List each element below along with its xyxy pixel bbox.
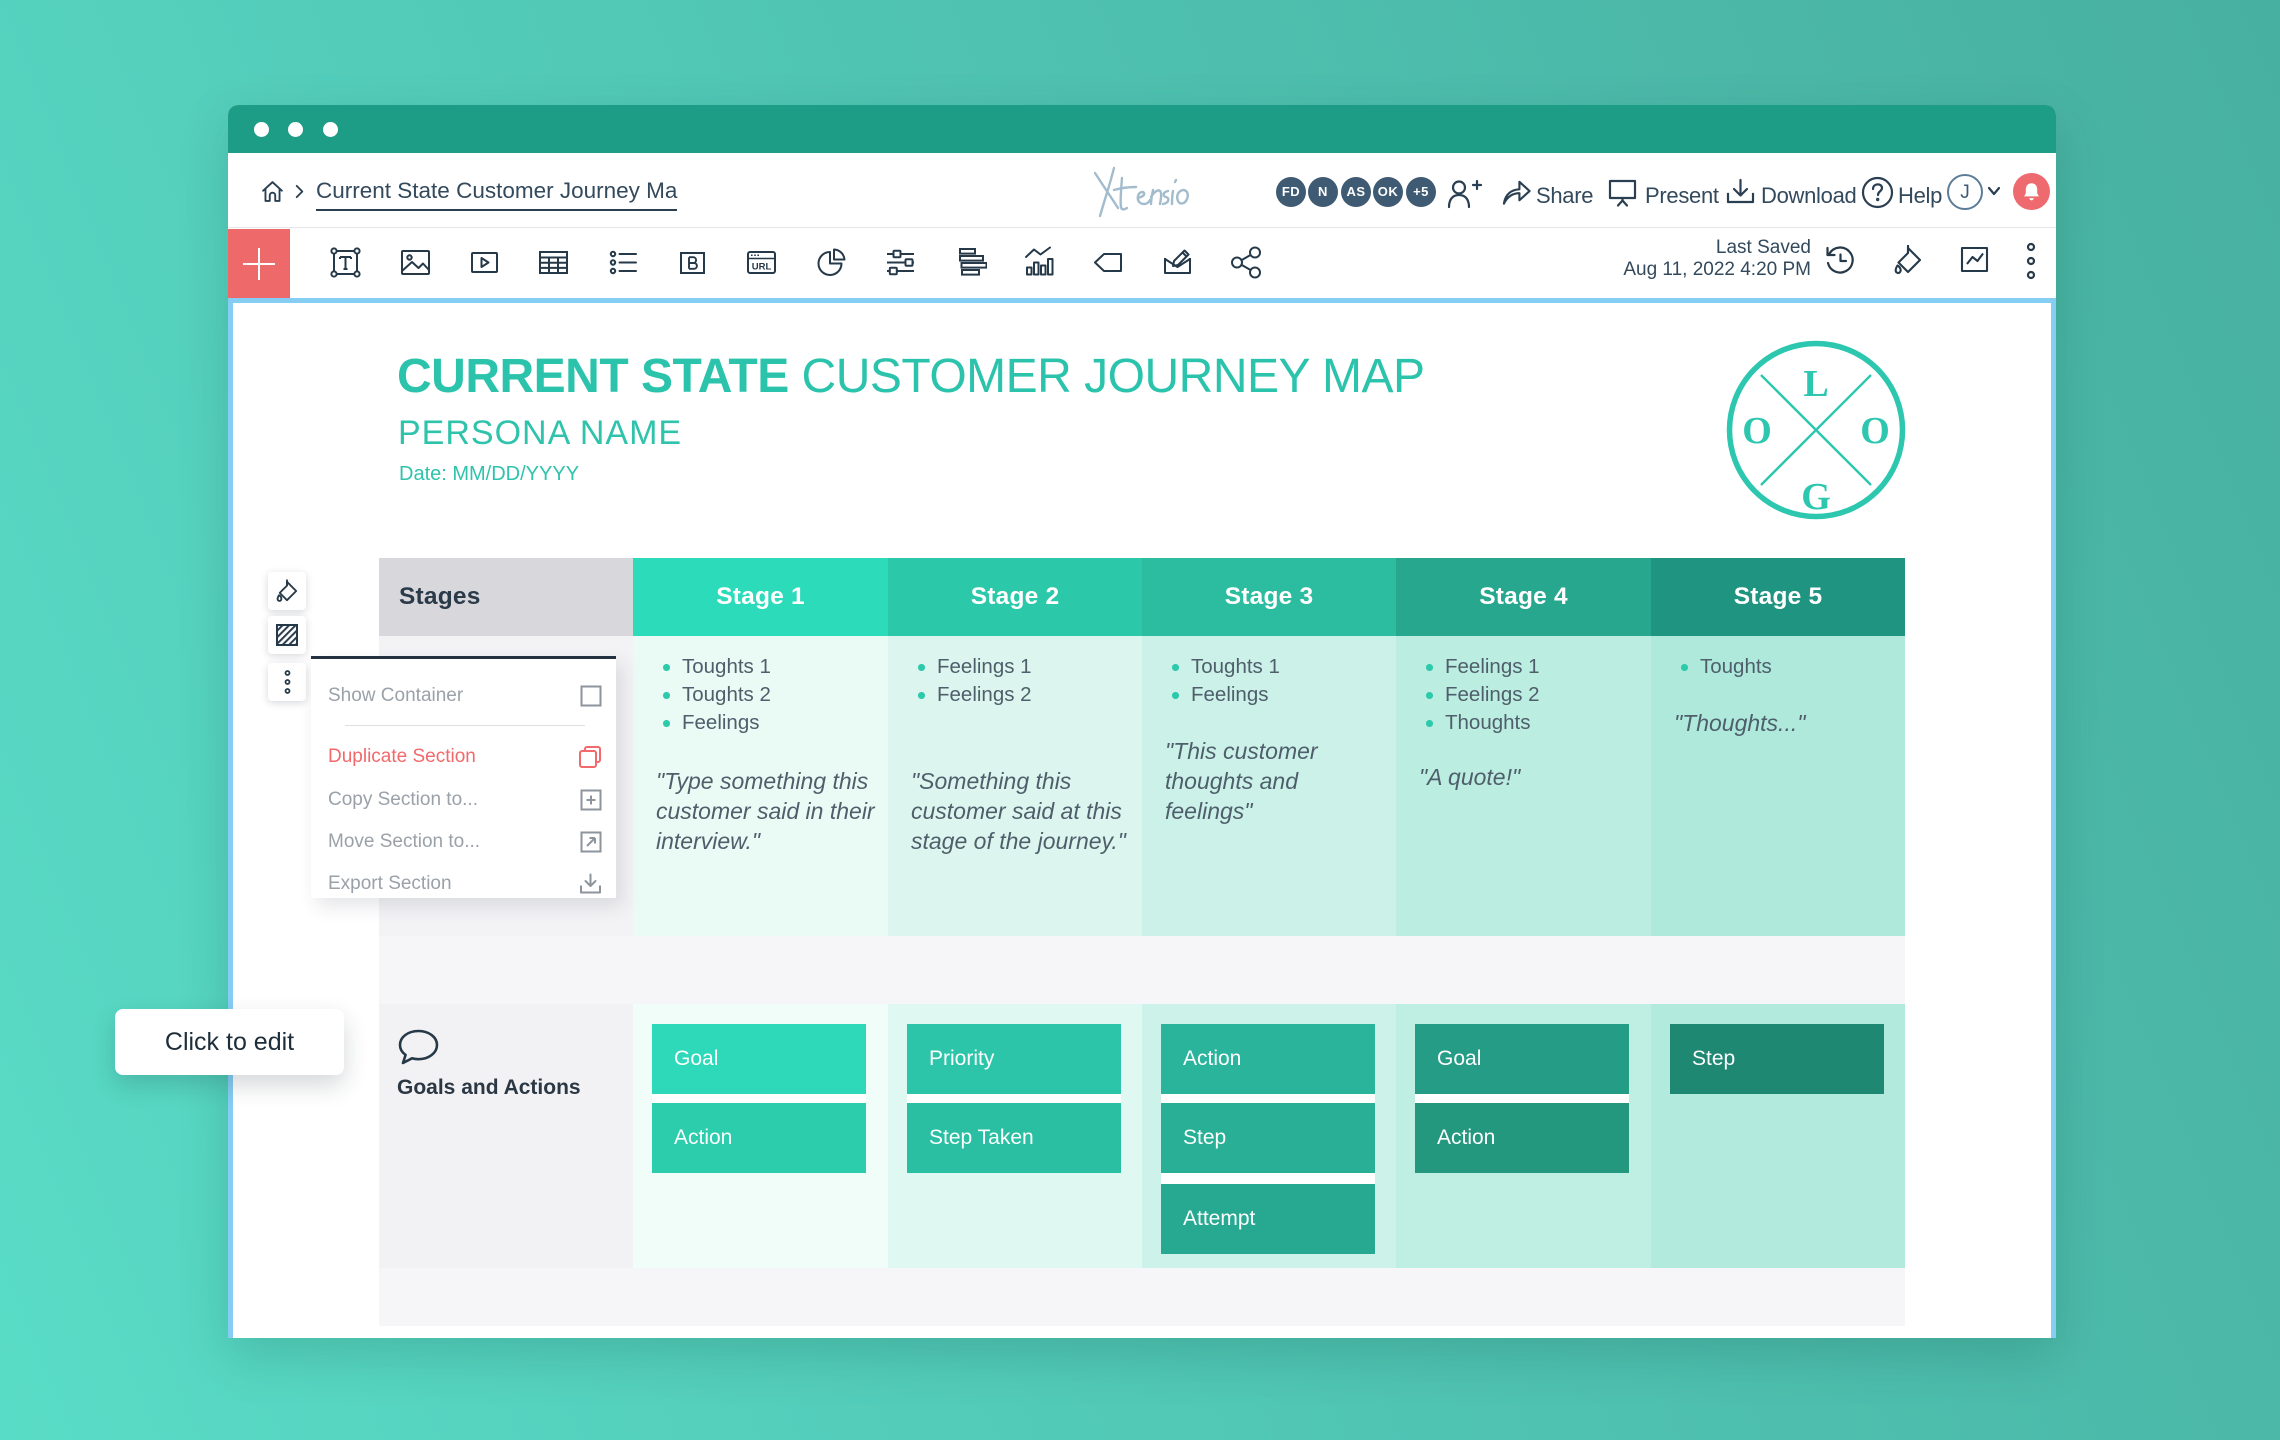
svg-text:G: G	[1801, 476, 1831, 518]
svg-text:O: O	[1860, 410, 1890, 452]
svg-text:L: L	[1803, 363, 1828, 405]
svg-text:URL: URL	[752, 262, 772, 273]
svg-text:O: O	[1742, 410, 1772, 452]
